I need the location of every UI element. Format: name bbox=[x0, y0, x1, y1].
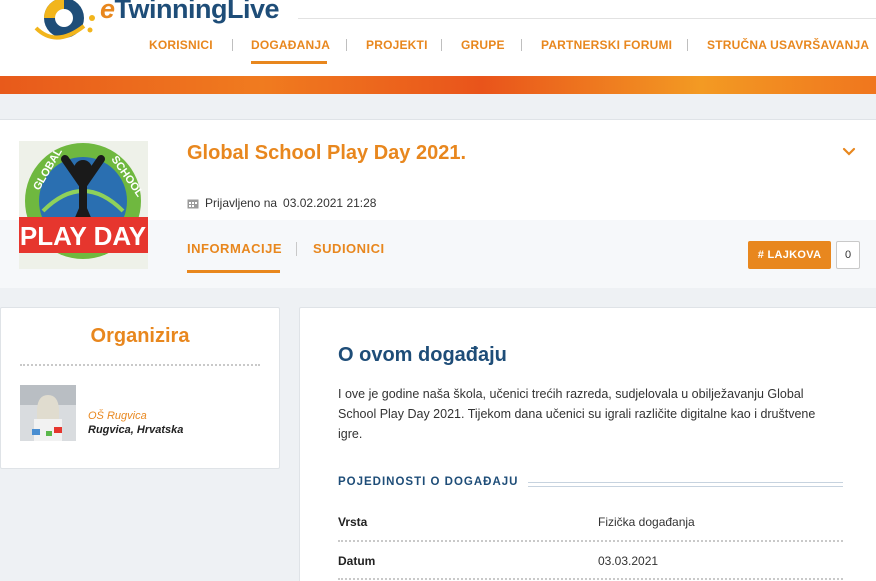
event-title: Global School Play Day 2021. bbox=[187, 142, 467, 164]
tab-sudionici[interactable]: SUDIONICI bbox=[313, 241, 385, 256]
tab-active-indicator bbox=[187, 270, 280, 273]
nav-separator bbox=[521, 39, 522, 51]
image-play-day-text: PLAY DAY bbox=[20, 221, 146, 251]
logo-suffix: Live bbox=[227, 0, 280, 24]
header-banner bbox=[0, 76, 876, 94]
nav-separator bbox=[232, 39, 233, 51]
etwinning-logo-icon[interactable] bbox=[26, 0, 106, 42]
detail-label-datum: Datum bbox=[338, 554, 376, 568]
detail-value-vrsta: Fizička događanja bbox=[598, 515, 695, 529]
play-day-logo-icon: PLAY DAY GLOBAL SCHOOL bbox=[19, 141, 148, 269]
date-label: Prijavljeno na bbox=[205, 196, 278, 210]
details-heading: POJEDINOSTI O DOGAĐAJU bbox=[338, 476, 519, 488]
tab-separator bbox=[296, 242, 297, 256]
event-image: PLAY DAY GLOBAL SCHOOL bbox=[19, 141, 148, 269]
nav-active-indicator bbox=[251, 61, 327, 64]
organizer-photo bbox=[20, 385, 76, 441]
dotted-divider bbox=[20, 364, 260, 366]
details-rule bbox=[528, 482, 843, 483]
dotted-divider bbox=[338, 578, 843, 580]
details-rule bbox=[528, 486, 843, 487]
tab-informacije[interactable]: INFORMACIJE bbox=[187, 241, 282, 256]
organizer-panel: Organizira OŠ Rugvica Rugvica, Hrvatska bbox=[0, 307, 280, 469]
detail-value-datum: 03.03.2021 bbox=[598, 554, 659, 568]
nav-separator bbox=[346, 39, 347, 51]
event-header-card: PLAY DAY GLOBAL SCHOOL Global School Pla… bbox=[0, 119, 876, 288]
nav-item-grupe[interactable]: GRUPE bbox=[461, 38, 505, 52]
like-count: 0 bbox=[836, 241, 860, 269]
event-registered-date: Prijavljeno na 03.02.2021 21:28 bbox=[187, 196, 376, 210]
organizer-location: Rugvica, Hrvatska bbox=[88, 424, 184, 436]
nav-item-projekti[interactable]: PROJEKTI bbox=[366, 38, 428, 52]
nav-item-strucna-usavrsavanja[interactable]: STRUČNA USAVRŠAVANJA bbox=[707, 38, 869, 52]
nav-divider-line bbox=[298, 18, 876, 19]
about-title: O ovom događaju bbox=[338, 344, 507, 366]
date-value: 03.02.2021 21:28 bbox=[283, 196, 377, 210]
nav-separator bbox=[441, 39, 442, 51]
detail-label-vrsta: Vrsta bbox=[338, 515, 368, 529]
nav-item-korisnici[interactable]: KORISNICI bbox=[149, 38, 213, 52]
nav-item-dogadanja[interactable]: DOGAĐANJA bbox=[251, 38, 330, 52]
organizer-title: Organizira bbox=[90, 325, 190, 347]
logo-prefix: e bbox=[100, 0, 115, 24]
event-info-panel: O ovom događaju I ove je godine naša ško… bbox=[299, 307, 876, 581]
about-description: I ove je godine naša škola, učenici treć… bbox=[338, 387, 816, 441]
avatar[interactable] bbox=[20, 385, 76, 441]
dotted-divider bbox=[338, 540, 843, 542]
organizer-name-link[interactable]: OŠ Rugvica bbox=[88, 410, 147, 422]
logo-wordmark[interactable]: eTwinningLive bbox=[100, 0, 280, 25]
top-header: eTwinningLive KORISNICI DOGAĐANJA PROJEK… bbox=[0, 0, 876, 76]
calendar-icon bbox=[187, 199, 199, 208]
chevron-down-icon[interactable] bbox=[842, 146, 856, 158]
nav-separator bbox=[687, 39, 688, 51]
nav-item-partnerski-forumi[interactable]: PARTNERSKI FORUMI bbox=[541, 38, 672, 52]
logo-main: Twinning bbox=[114, 0, 228, 24]
like-button[interactable]: # LAJKOVA bbox=[748, 241, 831, 269]
